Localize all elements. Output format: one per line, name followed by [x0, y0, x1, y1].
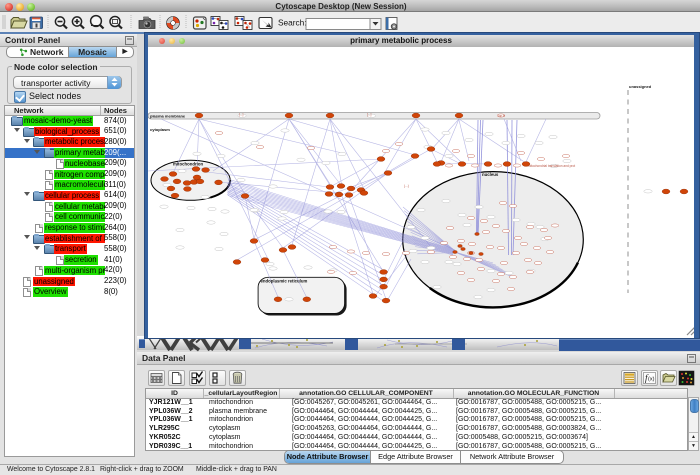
svg-text:mitochondrion: mitochondrion	[173, 161, 203, 166]
svg-text:nucleus: nucleus	[482, 172, 499, 177]
svg-text:Search:: Search:	[278, 18, 307, 28]
svg-text:(...): (...)	[404, 184, 409, 188]
svg-text:cytoplasm: cytoplasm	[150, 127, 170, 132]
svg-text:unassigned: unassigned	[629, 84, 652, 89]
svg-text:(x): (x)	[648, 377, 655, 383]
svg-text:endoplasmic reticulum: endoplasmic reticulum	[260, 278, 307, 283]
svg-text:mitochondrial translation and: mitochondrial translation and prot	[528, 164, 575, 168]
svg-text:ion tr: ion tr	[498, 114, 506, 118]
svg-text:[...]: [...]	[367, 112, 372, 116]
svg-text:plasma membrane: plasma membrane	[150, 113, 186, 118]
svg-text:[...]: [...]	[239, 112, 244, 116]
